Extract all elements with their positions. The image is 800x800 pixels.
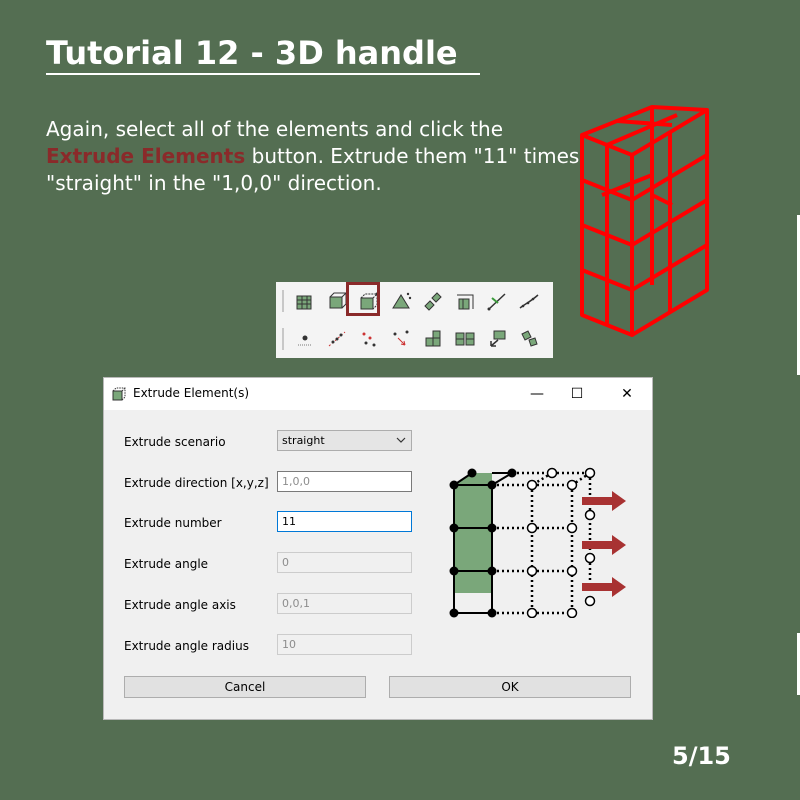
- create-elements-icon[interactable]: [290, 286, 320, 316]
- angle-label: Extrude angle: [124, 557, 209, 571]
- chevron-down-icon: [396, 437, 406, 443]
- scenario-select[interactable]: straight: [277, 430, 412, 451]
- toolbar-separator: [282, 328, 284, 350]
- direction-input[interactable]: 1,0,0: [277, 471, 412, 492]
- split-element-icon[interactable]: [450, 324, 480, 354]
- dialog-title: Extrude Element(s): [133, 386, 250, 400]
- highlighted-button-frame: [346, 282, 380, 316]
- cancel-button[interactable]: Cancel: [124, 676, 366, 698]
- angle-axis-label: Extrude angle axis: [124, 598, 236, 612]
- node-icon[interactable]: [290, 324, 320, 354]
- number-label: Extrude number: [124, 516, 222, 530]
- maximize-button[interactable]: ☐: [554, 378, 600, 410]
- spline-icon[interactable]: [514, 286, 544, 316]
- dialog-titlebar[interactable]: Extrude Element(s) — ☐ ✕: [104, 378, 652, 410]
- mirror-icon[interactable]: [482, 324, 512, 354]
- mesh-toolbar: [276, 282, 553, 358]
- angle-input[interactable]: 0: [277, 552, 412, 573]
- page-number: 5/15: [672, 742, 731, 770]
- angle-radius-input[interactable]: 10: [277, 634, 412, 655]
- copy-elements-icon[interactable]: [418, 286, 448, 316]
- line-icon[interactable]: [482, 286, 512, 316]
- rotate-icon[interactable]: [514, 324, 544, 354]
- instruction-highlight: Extrude Elements: [46, 144, 246, 168]
- scenario-label: Extrude scenario: [124, 435, 226, 449]
- slide-title: Tutorial 12 - 3D handle: [46, 34, 480, 75]
- number-input[interactable]: 11: [277, 511, 412, 532]
- join-elements-icon[interactable]: [418, 324, 448, 354]
- instruction-text: Again, select all of the elements and cl…: [46, 116, 586, 197]
- toolbar-separator: [282, 290, 284, 312]
- extrude-diagram: [449, 467, 626, 618]
- extrude-dialog: Extrude Element(s) — ☐ ✕ Extrude scenari…: [103, 377, 653, 720]
- merge-nodes-icon[interactable]: [386, 324, 416, 354]
- scenario-value: straight: [282, 434, 325, 447]
- move-nodes-icon[interactable]: [322, 324, 352, 354]
- extrude-app-icon: [112, 387, 126, 401]
- revolve-icon[interactable]: [386, 286, 416, 316]
- close-button[interactable]: ✕: [604, 378, 650, 410]
- handle-wireframe-illustration: [580, 105, 709, 337]
- angle-radius-label: Extrude angle radius: [124, 639, 249, 653]
- instruction-pre: Again, select all of the elements and cl…: [46, 117, 504, 141]
- ok-button[interactable]: OK: [389, 676, 631, 698]
- project-nodes-icon[interactable]: [354, 324, 384, 354]
- split-elements-icon[interactable]: [450, 286, 480, 316]
- angle-axis-input[interactable]: 0,0,1: [277, 593, 412, 614]
- direction-label: Extrude direction [x,y,z]: [124, 476, 269, 490]
